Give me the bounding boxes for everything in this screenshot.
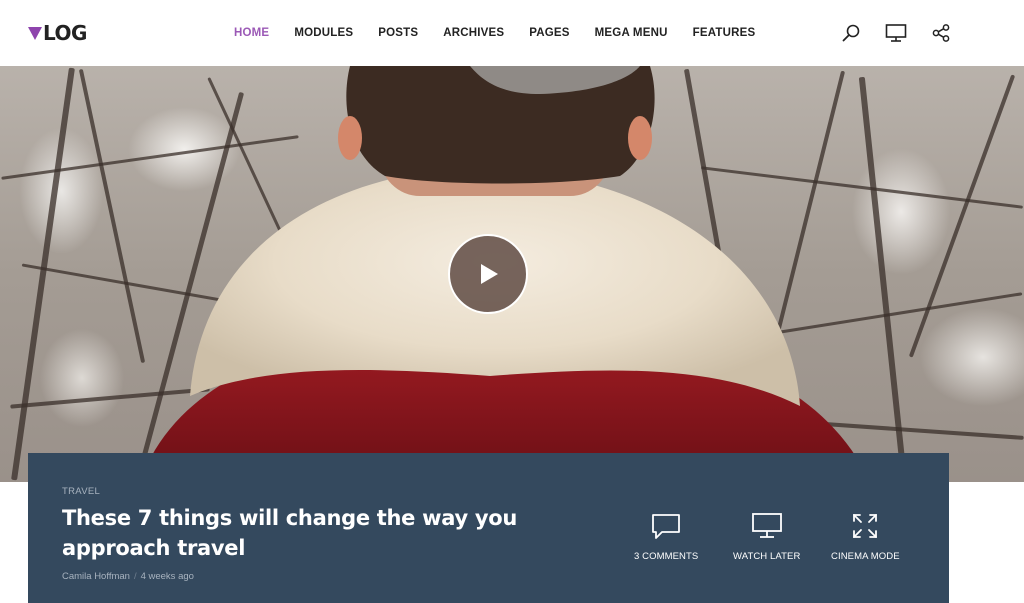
cinema-mode-label: CINEMA MODE [831,551,900,562]
monitor-icon[interactable] [883,20,909,46]
watch-later-label: WATCH LATER [733,551,801,562]
post-meta: Camila Hoffman/4 weeks ago [62,571,194,582]
nav-item-posts[interactable]: POSTS [378,27,418,39]
search-icon[interactable] [838,20,864,46]
nav-item-archives[interactable]: ARCHIVES [443,27,504,39]
play-icon [481,264,498,284]
site-logo[interactable]: LOG [28,21,87,45]
comments-label: 3 COMMENTS [634,551,699,562]
cinema-mode-button[interactable]: CINEMA MODE [831,511,900,562]
post-author[interactable]: Camila Hoffman [62,571,130,582]
nav-item-home[interactable]: HOME [234,27,269,39]
expand-icon [848,511,882,541]
nav-item-features[interactable]: FEATURES [693,27,756,39]
logo-triangle-icon [28,27,42,40]
nav-item-pages[interactable]: PAGES [529,27,569,39]
main-nav: HOME MODULES POSTS ARCHIVES PAGES MEGA M… [234,25,780,41]
comments-button[interactable]: 3 COMMENTS [634,511,698,562]
post-date: 4 weeks ago [140,571,194,582]
header-actions [838,20,973,46]
watch-later-button[interactable]: WATCH LATER [733,511,800,562]
play-button[interactable] [448,234,528,314]
meta-separator: / [133,571,137,582]
logo-text: LOG [43,21,87,45]
post-title[interactable]: These 7 things will change the way you a… [62,503,582,563]
comment-icon [649,511,683,541]
monitor-icon [750,511,784,541]
site-header: LOG HOME MODULES POSTS ARCHIVES PAGES ME… [0,0,1024,66]
post-category[interactable]: TRAVEL [62,486,100,497]
nav-item-modules[interactable]: MODULES [294,27,353,39]
hero-video-thumbnail[interactable] [0,66,1024,482]
nav-item-mega-menu[interactable]: MEGA MENU [595,27,668,39]
post-info-card: TRAVEL These 7 things will change the wa… [28,453,949,603]
share-icon[interactable] [928,20,954,46]
